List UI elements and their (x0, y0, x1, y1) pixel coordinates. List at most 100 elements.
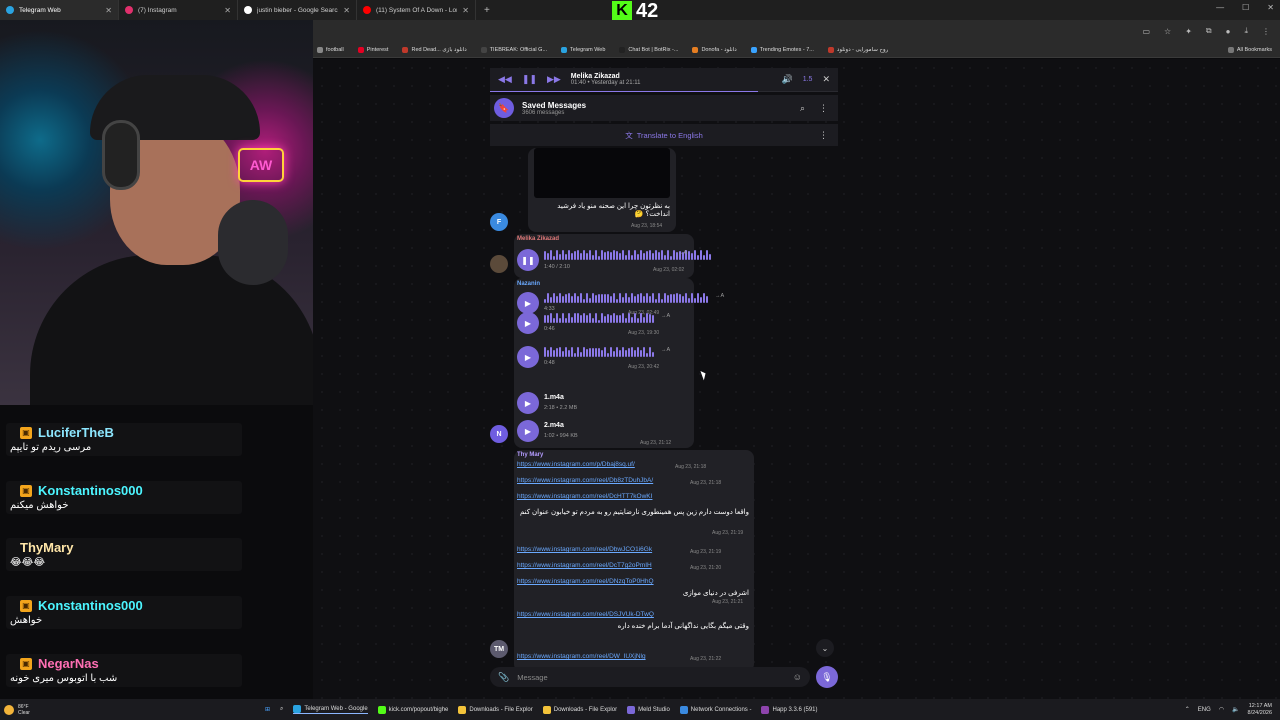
voice-waveform[interactable] (544, 347, 654, 357)
taskbar-app[interactable]: Telegram Web - Google (293, 705, 368, 714)
bookmark-item[interactable]: Red Dead... دانلود بازی (402, 46, 467, 53)
bookmark-item[interactable]: Donofa - دانلود (692, 46, 737, 53)
speech-to-text-icon[interactable]: →A (678, 250, 687, 256)
language-indicator[interactable]: ENG (1198, 707, 1211, 713)
taskbar-app[interactable]: Meld Studio (627, 705, 670, 714)
browser-tab[interactable]: justin bieber - Google Search ✕ (238, 0, 357, 20)
wifi-icon[interactable]: ◠ (1219, 706, 1224, 713)
file-name[interactable]: 1.m4a (544, 394, 564, 401)
instagram-link[interactable]: https://www.instagram.com/reel/Db8zTDuhJ… (517, 477, 653, 484)
sender-avatar[interactable]: TM (490, 640, 508, 658)
taskbar-search-icon[interactable]: ⌕ (280, 706, 283, 713)
sender-avatar[interactable] (490, 255, 508, 273)
app-icon (293, 705, 302, 713)
play-button[interactable]: ▶ (517, 292, 539, 314)
forward-icon[interactable]: ▶▶ (547, 74, 561, 85)
close-tab-icon[interactable]: ✕ (343, 6, 350, 15)
file-name[interactable]: 2.m4a (544, 422, 564, 429)
all-bookmarks[interactable]: All Bookmarks (1227, 46, 1272, 53)
menu-icon[interactable]: ⋮ (1262, 27, 1270, 36)
scroll-down-button[interactable]: ⌄ (816, 639, 834, 657)
screen: Telegram Web ✕ (7) Instagram ✕ justin bieber… (0, 0, 1280, 720)
message-thumbnail[interactable] (534, 148, 670, 198)
speech-to-text-icon[interactable]: →A (661, 347, 670, 353)
emoji-icon[interactable]: ☺ (793, 672, 802, 682)
play-button[interactable]: ▶ (517, 312, 539, 334)
translate-bar[interactable]: 文 Translate to English ⋮ (490, 124, 838, 146)
pause-button[interactable]: ❚❚ (517, 249, 539, 271)
translate-menu-icon[interactable]: ⋮ (819, 130, 828, 141)
search-icon[interactable]: ⌕ (800, 103, 805, 114)
chat-header[interactable]: 🔖 Saved Messages 3606 messages ⌕ ⋮ (490, 95, 838, 121)
star-icon[interactable]: ☆ (1164, 27, 1171, 36)
play-file-button[interactable]: ▶ (517, 420, 539, 442)
taskbar-app[interactable]: Downloads - File Explor (458, 705, 533, 714)
bookmark-item[interactable]: روح سامورایی - دونلود (827, 46, 888, 53)
puzzle-icon[interactable]: ⧉ (1206, 26, 1212, 36)
new-tab-icon[interactable]: + (476, 5, 498, 16)
bookmark-item[interactable]: Chat Bot | BotRix -... (619, 46, 678, 53)
taskbar-app[interactable]: kick.com/popout/bighe (377, 705, 448, 714)
play-button[interactable]: ▶ (517, 346, 539, 368)
bookmark-item[interactable]: Trending Emotes - 7... (750, 46, 814, 53)
minimize-icon[interactable]: — (1216, 3, 1224, 12)
pause-icon[interactable]: ❚❚ (522, 74, 537, 85)
taskbar-app[interactable]: Downloads - File Explor (542, 705, 618, 714)
speech-to-text-icon[interactable]: →A (715, 293, 724, 299)
browser-tab[interactable]: (11) System Of A Down - Lonel ✕ (357, 0, 476, 20)
bookmark-item[interactable]: Pinterest (357, 46, 388, 53)
volume-icon[interactable]: 🔊 (782, 74, 793, 85)
instagram-link[interactable]: https://www.instagram.com/reel/DbwJCO1i6… (517, 546, 652, 553)
chevron-up-icon[interactable]: ⌃ (1185, 706, 1190, 713)
chat-username[interactable]: LuciferTheB (38, 425, 114, 440)
attach-icon[interactable]: 📎 (498, 672, 509, 683)
bookmark-label: football (326, 46, 344, 53)
chat-username[interactable]: ThyMary (20, 540, 73, 555)
instagram-link[interactable]: https://www.instagram.com/reel/DNzqToP0H… (517, 578, 654, 585)
bookmark-item[interactable]: TIEBREAK: Official G... (480, 46, 547, 53)
message-input[interactable]: 📎 Message ☺ (490, 667, 810, 687)
chat-username[interactable]: Konstantinos000 (38, 598, 143, 613)
taskbar-app[interactable]: Happ 3.3.6 (591) (761, 705, 818, 714)
instagram-link[interactable]: https://www.instagram.com/reel/DSJVUk-DT… (517, 611, 654, 618)
tab-label: (7) Instagram (138, 6, 177, 14)
sender-name: Melika Zikazad (517, 236, 560, 242)
sender-avatar[interactable]: F (490, 213, 508, 231)
cast-icon[interactable]: ▭ (1142, 27, 1150, 36)
taskbar-app-label: Downloads - File Explor (553, 706, 618, 713)
extension-icon[interactable]: ✦ (1185, 27, 1192, 36)
download-icon[interactable]: ⤓ (1244, 26, 1248, 36)
windows-start-icon[interactable]: ⊞ (265, 706, 270, 713)
close-tab-icon[interactable]: ✕ (105, 6, 112, 15)
close-window-icon[interactable]: ✕ (1267, 3, 1274, 12)
instagram-link[interactable]: https://www.instagram.com/reel/DW_IUXjNl… (517, 653, 646, 660)
close-player-icon[interactable]: ✕ (822, 74, 830, 85)
play-file-button[interactable]: ▶ (517, 392, 539, 414)
clock[interactable]: 12:17 AM 8/24/2026 (1248, 703, 1272, 717)
record-voice-button[interactable]: 🎙 (816, 666, 838, 688)
bookmark-item[interactable]: Telegram Web (561, 46, 605, 53)
profile-icon[interactable]: ● (1226, 27, 1231, 36)
maximize-icon[interactable]: ☐ (1242, 3, 1249, 12)
more-icon[interactable]: ⋮ (819, 103, 828, 114)
instagram-link[interactable]: https://www.instagram.com/p/Dbaj8sq.uf/ (517, 461, 635, 468)
rewind-icon[interactable]: ◀◀ (498, 74, 512, 85)
close-tab-icon[interactable]: ✕ (462, 6, 469, 15)
chat-username[interactable]: NegarNas (38, 656, 99, 671)
bookmark-item[interactable]: football (317, 46, 344, 53)
weather-widget[interactable]: 86°F Clear (0, 704, 110, 716)
player-progress[interactable] (490, 91, 758, 92)
instagram-link[interactable]: https://www.instagram.com/reel/DcHTT7kOw… (517, 493, 652, 500)
voice-waveform[interactable] (544, 313, 654, 323)
sender-avatar[interactable]: N (490, 425, 508, 443)
taskbar-app[interactable]: Network Connections - (679, 705, 751, 714)
browser-tab[interactable]: Telegram Web ✕ (0, 0, 119, 20)
close-tab-icon[interactable]: ✕ (224, 6, 231, 15)
speech-to-text-icon[interactable]: →A (661, 313, 670, 319)
voice-waveform[interactable] (544, 293, 708, 303)
playback-speed[interactable]: 1.5 (803, 76, 813, 83)
chat-username[interactable]: Konstantinos000 (38, 483, 143, 498)
instagram-link[interactable]: https://www.instagram.com/reel/DcT7g2oPm… (517, 562, 652, 569)
browser-tab[interactable]: (7) Instagram ✕ (119, 0, 238, 20)
speaker-icon[interactable]: 🔈 (1232, 706, 1239, 713)
